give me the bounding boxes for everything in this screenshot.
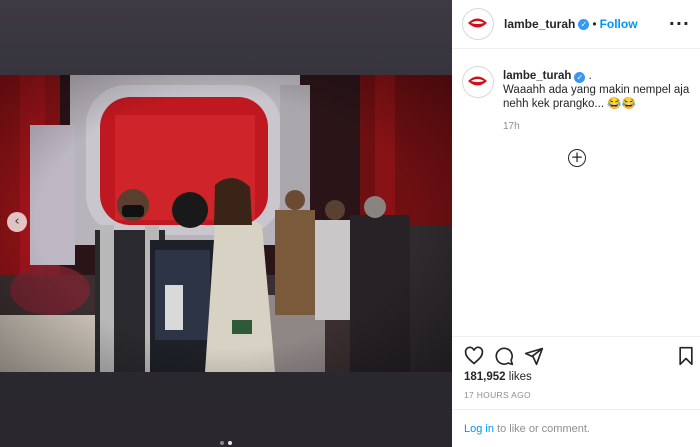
more-options-icon[interactable]: ···	[669, 14, 690, 33]
header-separator: •	[592, 17, 597, 31]
login-prompt-text: to like or comment.	[493, 423, 590, 435]
likes-word: likes	[508, 371, 532, 383]
avatar[interactable]	[462, 8, 494, 40]
login-link[interactable]: Log in	[464, 423, 494, 435]
caption-body: Waaahh ada yang makin nempel aja nehh ke…	[503, 84, 690, 110]
verified-badge-icon: ✓	[574, 72, 586, 83]
post-photo[interactable]	[0, 75, 452, 372]
caption-relative-time[interactable]: 17h	[503, 121, 520, 132]
caption-trailing: .	[588, 70, 592, 82]
divider	[452, 336, 700, 337]
post-panel: lambe_turah ✓ • Follow ··· lambe_turah ✓ …	[452, 0, 700, 447]
login-prompt: Log in to like or comment.	[464, 423, 590, 435]
caption-avatar[interactable]	[462, 66, 494, 98]
likes-count[interactable]: 181,952 likes	[464, 371, 532, 383]
carousel-indicator	[0, 432, 452, 447]
send-icon[interactable]	[524, 346, 544, 366]
carousel-dot	[220, 441, 224, 445]
bookmark-icon[interactable]	[676, 346, 696, 366]
likes-number: 181,952	[464, 371, 506, 383]
heart-icon[interactable]	[464, 346, 484, 366]
post-timestamp[interactable]: 17 HOURS AGO	[464, 390, 531, 400]
caption-username[interactable]: lambe_turah	[503, 70, 571, 82]
post-header: lambe_turah ✓ • Follow ···	[452, 0, 700, 49]
carousel-dot-active	[228, 441, 232, 445]
follow-button[interactable]: Follow	[600, 17, 638, 31]
chevron-left-icon[interactable]: ‹	[7, 212, 27, 232]
caption-text: lambe_turah ✓ . Waaahh ada yang makin nem…	[503, 69, 693, 111]
plus-circle-icon[interactable]: +	[568, 149, 586, 167]
verified-badge-icon: ✓	[578, 18, 590, 30]
divider	[452, 409, 700, 410]
comment-icon[interactable]	[494, 346, 514, 366]
header-username[interactable]: lambe_turah	[504, 17, 575, 31]
